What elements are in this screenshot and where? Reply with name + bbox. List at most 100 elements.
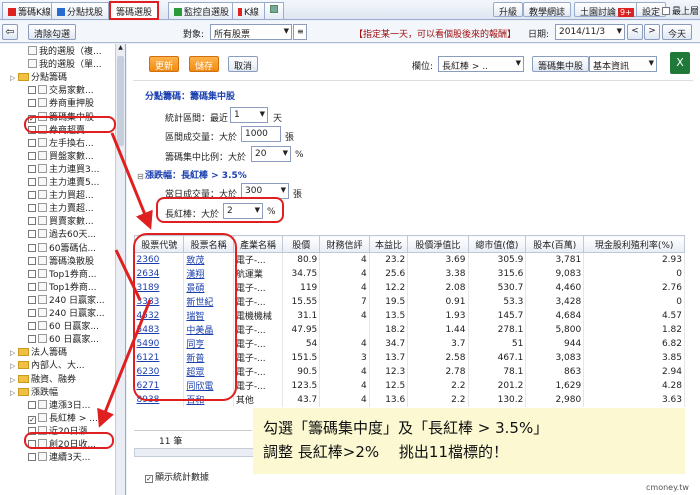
- checkbox-icon[interactable]: [28, 322, 36, 331]
- expand-icon[interactable]: ▷: [10, 360, 18, 373]
- checkbox-icon[interactable]: [28, 309, 36, 317]
- tree-item[interactable]: 券商重押股: [28, 98, 94, 111]
- column-header[interactable]: 產業名稱: [232, 235, 284, 253]
- checkbox-icon[interactable]: [28, 243, 36, 252]
- forum-button[interactable]: 土園討論 9+: [574, 2, 640, 18]
- checkbox-icon[interactable]: [28, 99, 36, 108]
- table-hscroll[interactable]: [134, 448, 254, 457]
- tree-item[interactable]: 連漲3日...: [28, 399, 90, 413]
- tree-item[interactable]: 60 日赢家...: [28, 334, 99, 347]
- checkbox-icon[interactable]: [28, 256, 36, 265]
- tree-item[interactable]: ▷ 漲跌幅: [10, 387, 58, 400]
- tree-item[interactable]: 我的選股（複...: [28, 46, 102, 59]
- checkbox-icon[interactable]: [28, 178, 36, 186]
- tab-chip-screener[interactable]: 籌碼選股: [109, 1, 160, 20]
- tutorial-button[interactable]: 教學網誌: [523, 2, 572, 18]
- tree-item[interactable]: 我的選股（單...: [28, 59, 102, 72]
- target-list-button[interactable]: ≡: [293, 24, 307, 40]
- column-header[interactable]: 股價: [282, 235, 321, 253]
- date-field[interactable]: 2014/11/3 ▼: [555, 24, 625, 40]
- checkbox-icon[interactable]: [28, 164, 36, 173]
- tree-item[interactable]: 連續3天...: [28, 452, 90, 465]
- clear-checks-button[interactable]: 清除勾選: [28, 24, 77, 40]
- checkbox-icon[interactable]: [28, 335, 36, 344]
- scroll-thumb[interactable]: [117, 56, 124, 146]
- save-button[interactable]: 儲存: [189, 56, 220, 72]
- checkbox-icon[interactable]: [28, 269, 36, 278]
- checkbox-icon[interactable]: [28, 217, 36, 226]
- tree-item[interactable]: 買賣家數...: [28, 216, 94, 229]
- update-button[interactable]: 更新: [149, 56, 180, 72]
- tree-item[interactable]: 60籌碼佔...: [28, 242, 96, 256]
- excel-export-icon[interactable]: X: [670, 52, 690, 74]
- column-header[interactable]: 股價淨值比: [407, 235, 469, 253]
- checkbox-icon[interactable]: [28, 138, 36, 147]
- column-header[interactable]: 現金股利殖利率(%): [583, 235, 685, 253]
- target-select[interactable]: 所有股票 ▼: [210, 24, 292, 40]
- table-cell: 467.1: [468, 350, 527, 365]
- tree-item[interactable]: Top1券商...: [28, 281, 97, 295]
- show-stats-toggle[interactable]: ✓ 顯示統計數據: [145, 470, 209, 483]
- tree-item[interactable]: 60 日赢家...: [28, 321, 99, 334]
- tree-item[interactable]: 主力連賣5...: [28, 177, 99, 190]
- tree-item[interactable]: 主力買超...: [28, 190, 94, 203]
- checkbox-icon[interactable]: [28, 400, 36, 409]
- tree-item[interactable]: 左手換右...: [28, 137, 94, 151]
- tree-item[interactable]: ▷ 法人籌碼: [10, 347, 67, 360]
- tab-watchlist[interactable]: 監控自選股: [168, 2, 236, 19]
- expand-icon[interactable]: ▷: [10, 374, 18, 387]
- tab-branch-pick[interactable]: 分點找股: [51, 2, 110, 19]
- expand-icon[interactable]: ▷: [10, 347, 18, 360]
- cancel-button[interactable]: 取消: [228, 56, 259, 72]
- next-day-button[interactable]: >: [644, 24, 660, 40]
- tree-item[interactable]: 籌碼渙散股: [28, 255, 94, 269]
- tree-item[interactable]: ✓ 長紅棒 > ...: [28, 412, 98, 426]
- tab-kline[interactable]: K線: [232, 2, 265, 19]
- back-arrow-icon[interactable]: ⇦: [2, 24, 18, 40]
- checkbox-icon[interactable]: [28, 86, 36, 95]
- tree-item[interactable]: ▷ 內部人、大...: [10, 360, 85, 373]
- tree-scrollbar[interactable]: ▲: [115, 44, 125, 495]
- column-header[interactable]: 財務信評: [319, 235, 370, 253]
- tree-item[interactable]: 240 日赢家...: [28, 308, 105, 321]
- checkbox-icon[interactable]: [28, 204, 36, 213]
- topmost-toggle[interactable]: 最上層: [662, 2, 699, 17]
- period-select[interactable]: 1 ▼: [230, 107, 268, 123]
- tree-item[interactable]: ▷ 融資、融券: [10, 374, 76, 387]
- tree-item[interactable]: 240 日赢家...: [28, 294, 105, 308]
- scroll-up-icon[interactable]: ▲: [117, 44, 124, 53]
- volume-input[interactable]: 1000: [241, 126, 281, 142]
- tab-chip-kline[interactable]: 籌碼K線: [2, 2, 57, 19]
- checkbox-icon[interactable]: ✓: [28, 415, 36, 424]
- tree-item[interactable]: 主力賣超...: [28, 203, 94, 216]
- column-select[interactable]: 長紅棒 > .. ▼: [438, 56, 524, 72]
- checkbox-icon[interactable]: [28, 191, 36, 200]
- table-cell: 電子-...: [233, 364, 284, 379]
- tree-item[interactable]: 過去60天...: [28, 229, 96, 242]
- info-select[interactable]: 基本資訊 ▼: [589, 56, 657, 72]
- today-button[interactable]: 今天: [662, 24, 693, 40]
- expand-icon[interactable]: ▷: [10, 387, 18, 400]
- column-header[interactable]: 總市值(億): [467, 235, 527, 253]
- conc-select[interactable]: 20 ▼: [251, 146, 291, 162]
- tree-item[interactable]: 買盤家數...: [28, 150, 94, 164]
- day-volume-unit: 張: [293, 190, 303, 200]
- checkbox-icon[interactable]: [28, 295, 36, 304]
- expand-icon[interactable]: ▷: [10, 72, 18, 85]
- concentration-button[interactable]: 籌碼集中股: [532, 56, 590, 72]
- column-header[interactable]: 股本(百萬): [525, 235, 585, 253]
- checkbox-icon[interactable]: [28, 151, 36, 160]
- prev-day-button[interactable]: <: [627, 24, 643, 40]
- collapse-icon[interactable]: ⊟: [137, 172, 144, 181]
- checkbox-icon[interactable]: [28, 230, 36, 239]
- tab-extra[interactable]: [264, 2, 284, 19]
- tree-item[interactable]: 交易家數...: [28, 85, 94, 98]
- checkbox-icon[interactable]: [28, 282, 36, 291]
- period-label: 統計區間：最近: [165, 114, 229, 124]
- tree-item[interactable]: Top1券商...: [28, 268, 97, 282]
- checkbox-icon[interactable]: [28, 453, 36, 462]
- column-header[interactable]: 本益比: [368, 235, 409, 253]
- upgrade-button[interactable]: 升級: [493, 2, 524, 18]
- tree-item[interactable]: ▷ 分點籌碼: [10, 72, 67, 85]
- tree-item[interactable]: 主力連買3...: [28, 163, 99, 177]
